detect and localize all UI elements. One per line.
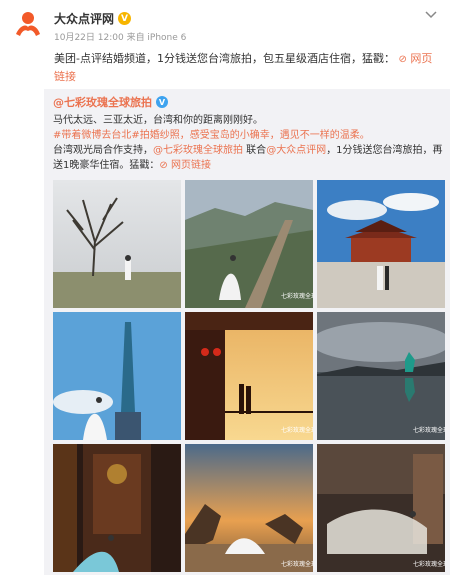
watermark: 七彩玫瑰全球	[281, 292, 313, 300]
repost-text: 马代太远、三亚太近，台湾和你的距离刚刚好。 #带着微博去台北#拍婚纱照，感受宝岛…	[53, 113, 445, 173]
repost-web-link[interactable]: ⊘ 网页链接	[159, 160, 211, 171]
link-icon: ⊘	[159, 160, 168, 171]
author-row: 大众点评网 V	[54, 10, 132, 27]
repost-line-3: 台湾观光局合作支持，@七彩玫瑰全球旅拍 联合@大众点评网，1分钱送您台湾旅拍，再…	[53, 143, 445, 173]
dianping-avatar-icon[interactable]	[10, 8, 46, 44]
verified-badge-icon: V	[118, 12, 132, 25]
verified-badge-icon: V	[156, 96, 168, 108]
post-text: 美团-点评结婚频道，1分钱送您台湾旅拍，包五星级酒店住宿，猛戳： ⊘ 网页链接	[54, 50, 442, 85]
photo-temple[interactable]	[317, 180, 445, 308]
watermark: 七彩玫瑰全球	[413, 426, 445, 434]
repost-hashtag-line[interactable]: #带着微博去台北#拍婚纱照，感受宝岛的小确幸，遇见不一样的温柔。	[53, 128, 445, 143]
photo-mountain-trail[interactable]: 七彩玫瑰全球	[185, 180, 313, 308]
repost-web-link-label: 网页链接	[170, 160, 211, 171]
photo-temple-door[interactable]	[53, 444, 181, 572]
photo-taipei-101[interactable]	[53, 312, 181, 440]
post-meta: 10月22日 12:00 来自 iPhone 6	[54, 33, 187, 43]
weibo-card: 大众点评网 V 10月22日 12:00 来自 iPhone 6 美团-点评结婚…	[0, 0, 450, 575]
link-icon: ⊘	[398, 54, 407, 65]
repost-line-1: 马代太远、三亚太近，台湾和你的距离刚刚好。	[53, 115, 263, 126]
watermark: 七彩玫瑰全球	[281, 426, 313, 434]
chevron-down-icon[interactable]	[424, 8, 438, 22]
repost-author-row: @七彩玫瑰全球旅拍 V	[53, 94, 168, 110]
mention-link-dianping[interactable]: @大众点评网	[266, 145, 326, 156]
watermark: 七彩玫瑰全球	[281, 560, 313, 568]
watermark: 七彩玫瑰全球	[413, 560, 445, 568]
author-name[interactable]: 大众点评网	[54, 10, 114, 27]
photo-lake-reflection[interactable]: 七彩玫瑰全球	[317, 312, 445, 440]
photo-rocks-sunset[interactable]: 七彩玫瑰全球	[185, 444, 313, 572]
photo-tree-field[interactable]	[53, 180, 181, 308]
post-body: 美团-点评结婚频道，1分钱送您台湾旅拍，包五星级酒店住宿，猛戳：	[54, 52, 395, 65]
photo-interior-veil[interactable]: 七彩玫瑰全球	[317, 444, 445, 572]
photo-balcony-sunset[interactable]: 七彩玫瑰全球	[185, 312, 313, 440]
repost-line-3a: 台湾观光局合作支持，	[53, 145, 153, 156]
repost-author[interactable]: @七彩玫瑰全球旅拍	[53, 94, 152, 110]
repost-block: @七彩玫瑰全球旅拍 V 马代太远、三亚太近，台湾和你的距离刚刚好。 #带着微博去…	[44, 89, 450, 575]
mention-link-qicai[interactable]: @七彩玫瑰全球旅拍	[153, 145, 243, 156]
repost-line-3b: 联合	[243, 145, 267, 156]
